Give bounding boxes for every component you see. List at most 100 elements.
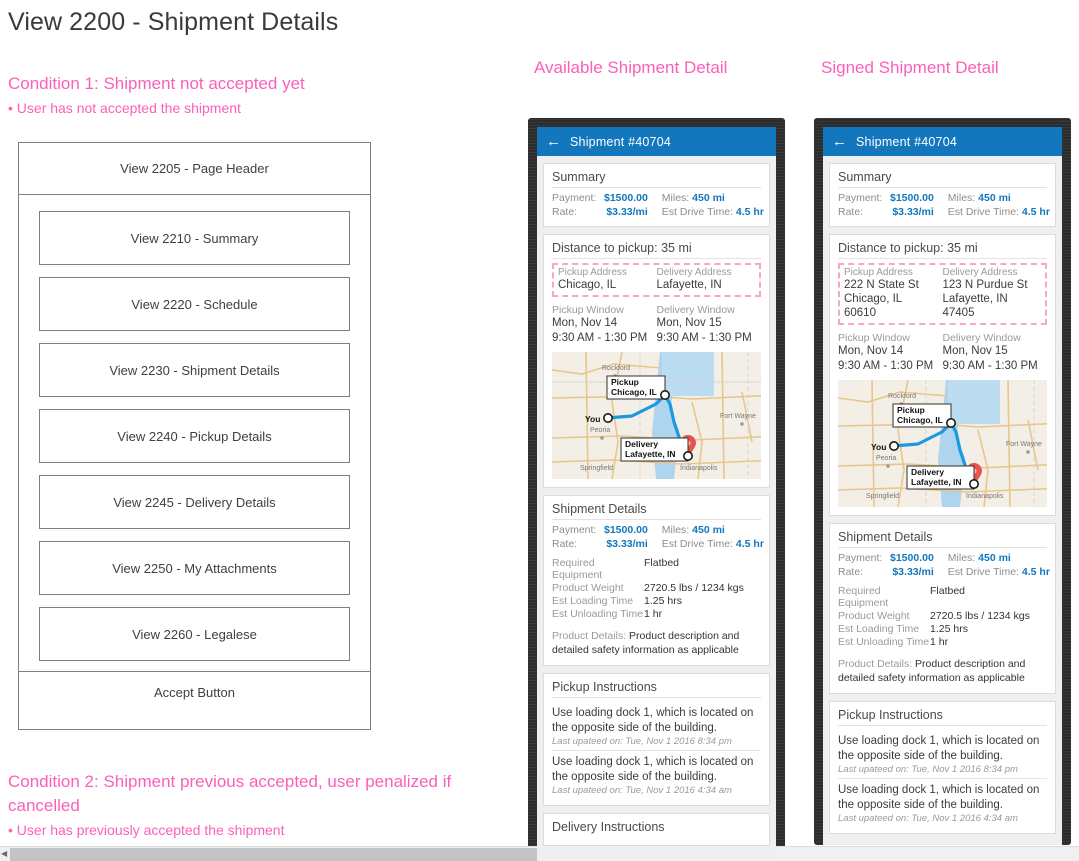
drive-time-pair: Est Drive Time: 4.5 hr [662,538,764,550]
summary-card-title: Summary [552,170,761,188]
map-city-peoria: Peoria [876,455,896,462]
app-bar: ← Shipment #40704 [537,127,776,156]
map-city-fortwayne: Fort Wayne [1006,441,1042,448]
instruction-item[interactable]: Use loading dock 1, which is located on … [552,702,761,751]
address-box[interactable]: Pickup Address 222 N State St Chicago, I… [838,263,1047,325]
rate-label: Rate: [838,206,864,218]
pickup-window-date: Mon, Nov 14 [838,345,904,357]
route-map[interactable]: Rockford Peoria Springfield Indianapolis… [838,380,1047,507]
wireframe-page-header-band[interactable]: View 2205 - Page Header [19,143,370,195]
pickup-address-label: Pickup Address [558,267,627,278]
wireframe-item-label: View 2210 - Summary [130,230,259,246]
est-loading-time-label: Est Loading Time [552,595,634,607]
map-city-springfield: Springfield [866,493,899,500]
miles-label: Miles: [661,192,690,204]
drive-time-value: 4.5 hr [735,538,764,550]
miles-pair: Miles: 450 mi [948,552,1050,564]
instruction-text: Use loading dock 1, which is located on … [838,784,1040,811]
rate-value: $3.33/mi [606,206,648,218]
address-box[interactable]: Pickup Address Chicago, IL Delivery Addr… [552,263,761,297]
instruction-timestamp: Last upateed on: Tue, Nov 1 2016 4:34 am [838,813,1018,824]
back-arrow-icon[interactable]: ← [832,134,847,149]
product-details-label: Product Details: [838,658,913,670]
wireframe-item-schedule[interactable]: View 2220 - Schedule [39,277,350,331]
product-details-label: Product Details: [552,630,627,642]
pickup-window-date: Mon, Nov 14 [552,317,618,329]
drive-time-pair: Est Drive Time: 4.5 hr [662,206,764,218]
instruction-item[interactable]: Use loading dock 1, which is located on … [552,751,761,799]
payment-value: $1500.00 [604,524,648,536]
delivery-window-label: Delivery Window [656,304,735,316]
pickup-address-line-3: 60610 [844,307,876,319]
svg-text:Pickup: Pickup [897,405,925,415]
rate-value: $3.33/mi [892,206,934,218]
wireframe-accept-button-band[interactable]: Accept Button [19,671,370,712]
est-unloading-time-label: Est Unloading Time [838,636,930,648]
est-loading-time-value: 1.25 hrs [644,595,682,607]
rate-label: Rate: [552,206,578,218]
wireframe-item-shipment-details[interactable]: View 2230 - Shipment Details [39,343,350,397]
miles-pair: Miles: 450 mi [948,192,1050,204]
wireframe-item-my-attachments[interactable]: View 2250 - My Attachments [39,541,350,595]
instruction-timestamp: Last upateed on: Tue, Nov 1 2016 8:34 pm [838,764,1018,775]
product-weight-value: 2720.5 lbs / 1234 kgs [644,582,744,594]
back-arrow-icon[interactable]: ← [546,134,561,149]
wireframe-item-delivery-details[interactable]: View 2245 - Delivery Details [39,475,350,529]
wireframe-item-legalese[interactable]: View 2260 - Legalese [39,607,350,661]
condition-2-heading: Condition 2: Shipment previous accepted,… [8,772,452,815]
wireframe-item-label: View 2220 - Schedule [131,296,258,312]
schedule-card: Distance to pickup: 35 mi Pickup Address… [543,234,770,488]
map-city-indianapolis: Indianapolis [966,493,1004,500]
instruction-item[interactable]: Use loading dock 1, which is located on … [838,779,1047,827]
shipment-details-card: Shipment Details Payment: $1500.00 Miles… [829,523,1056,694]
windows-grid: Pickup Window Mon, Nov 14 9:30 AM - 1:30… [552,304,761,345]
svg-text:Pickup: Pickup [611,377,639,387]
delivery-address-block: Delivery Address 123 N Purdue St Lafayet… [943,267,1042,320]
svg-text:You: You [585,414,600,424]
app-bar-title: Shipment #40704 [856,134,957,149]
required-equipment-label: Required Equipment [552,557,603,581]
map-city-springfield: Springfield [580,465,613,472]
wireframe-item-label: View 2245 - Delivery Details [113,494,276,510]
pickup-address-label: Pickup Address [844,267,913,278]
phone-screen-available: ← Shipment #40704 Summary Payment: $1500… [537,127,776,861]
distance-to-pickup-title: Distance to pickup: 35 mi [552,241,761,259]
est-unloading-time-value: 1 hr [644,608,663,620]
instruction-timestamp: Last upateed on: Tue, Nov 1 2016 4:34 am [552,785,732,796]
payment-label: Payment: [838,552,883,564]
miles-label: Miles: [947,552,976,564]
map-city-peoria: Peoria [590,427,610,434]
instruction-text: Use loading dock 1, which is located on … [838,735,1040,762]
drive-time-label: Est Drive Time: [661,538,733,550]
shipment-details-values-grid: Payment: $1500.00 Miles: 450 mi Rate: $3… [552,524,764,550]
pickup-address-value: Chicago, IL [558,279,617,291]
delivery-window-date: Mon, Nov 15 [942,345,1008,357]
instruction-item[interactable]: Use loading dock 1, which is located on … [838,730,1047,779]
delivery-address-label: Delivery Address [656,267,732,278]
wireframe-item-summary[interactable]: View 2210 - Summary [39,211,350,265]
route-map-svg: Rockford Peoria Springfield Indianapolis… [552,352,761,479]
summary-card: Summary Payment: $1500.00 Miles: 450 mi … [829,163,1056,227]
est-unloading-time-value: 1 hr [930,636,949,648]
map-city-rockford: Rockford [602,365,630,372]
drive-time-label: Est Drive Time: [947,206,1019,218]
pickup-instructions-card: Pickup Instructions Use loading dock 1, … [829,701,1056,834]
wireframe-item-label: View 2250 - My Attachments [112,560,277,576]
wireframe-item-label: View 2240 - Pickup Details [117,428,272,444]
instruction-text: Use loading dock 1, which is located on … [552,707,754,734]
delivery-address-line-3: 47405 [942,307,975,319]
wireframe-item-pickup-details[interactable]: View 2240 - Pickup Details [39,409,350,463]
payment-value: $1500.00 [890,192,934,204]
wireframe-item-label: View 2260 - Legalese [132,626,257,642]
est-loading-time-value: 1.25 hrs [930,623,968,635]
route-map[interactable]: Rockford Peoria Springfield Indianapolis… [552,352,761,479]
svg-text:Lafayette, IN: Lafayette, IN [911,477,962,487]
app-bar-title: Shipment #40704 [570,134,671,149]
product-weight-label: Product Weight [552,582,624,594]
miles-pair: Miles: 450 mi [662,524,764,536]
scroll-left-arrow-icon[interactable]: ◀ [1,850,7,858]
phone-screen-signed: ← Shipment #40704 Summary Payment: $1500… [823,127,1062,845]
delivery-window-block: Delivery Window Mon, Nov 15 9:30 AM - 1:… [943,332,1048,373]
drive-time-label: Est Drive Time: [661,206,733,218]
payment-label: Payment: [552,192,597,204]
